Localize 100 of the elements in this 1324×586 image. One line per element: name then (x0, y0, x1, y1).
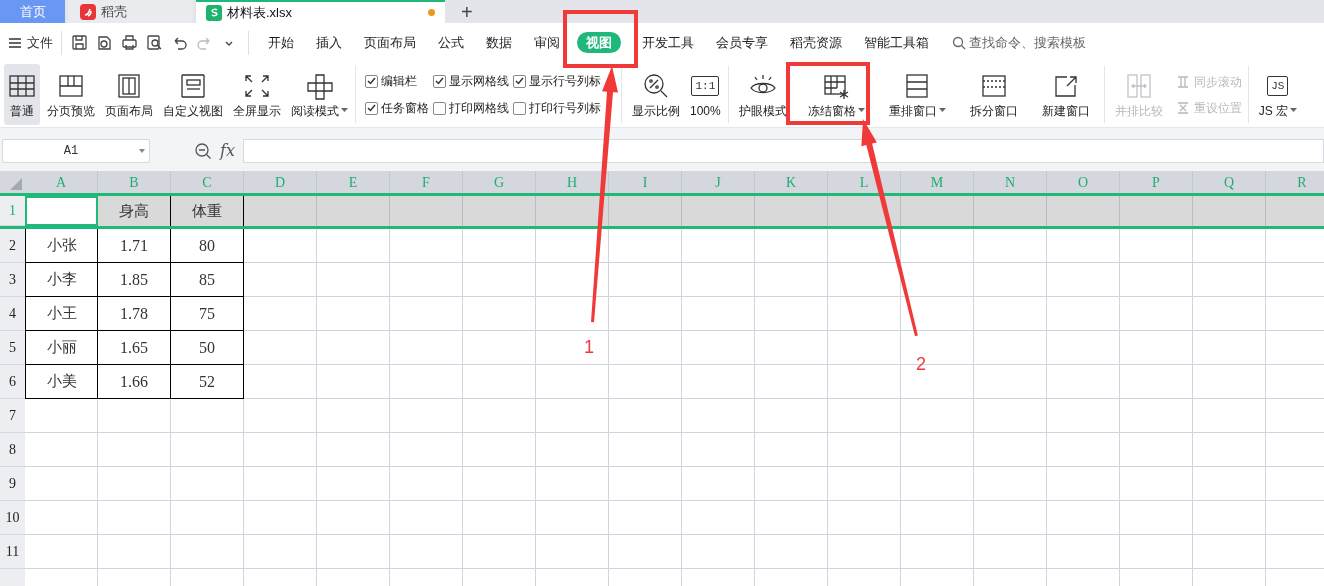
sheet-cell[interactable] (609, 365, 682, 399)
sheet-cell[interactable] (317, 365, 390, 399)
sheet-cell[interactable] (536, 365, 609, 399)
sheet-cell[interactable] (536, 467, 609, 501)
sheet-cell[interactable] (390, 433, 463, 467)
sheet-cell[interactable] (536, 535, 609, 569)
sheet-cell[interactable] (317, 399, 390, 433)
sheet-cell[interactable] (244, 229, 317, 263)
sheet-cell[interactable] (317, 467, 390, 501)
sheet-cell[interactable] (463, 196, 536, 226)
sheet-cell[interactable] (317, 196, 390, 226)
document-tab[interactable]: 稻壳 (68, 0, 193, 23)
sheet-cell[interactable] (828, 196, 901, 226)
table-cell[interactable]: 1.66 (98, 365, 171, 399)
sheet-cell[interactable] (1047, 331, 1120, 365)
sheet-cell[interactable] (828, 467, 901, 501)
sheet-cell[interactable] (1193, 229, 1266, 263)
ribbon-button[interactable]: JS JS 宏 (1255, 64, 1301, 125)
sheet-cell[interactable] (609, 331, 682, 365)
sheet-cell[interactable] (974, 433, 1047, 467)
sheet-cell[interactable] (828, 331, 901, 365)
sheet-cell[interactable] (317, 501, 390, 535)
sheet-cell[interactable] (244, 263, 317, 297)
sheet-cell[interactable] (974, 399, 1047, 433)
sheet-cell[interactable] (1120, 433, 1193, 467)
sheet-cell[interactable] (682, 535, 755, 569)
sheet-cell[interactable] (536, 501, 609, 535)
checkbox[interactable] (365, 101, 378, 115)
table-cell[interactable]: 80 (171, 229, 244, 263)
sheet-cell[interactable] (1193, 467, 1266, 501)
function-label[interactable]: fx (220, 139, 235, 163)
table-cell[interactable]: 1.65 (98, 331, 171, 365)
row-header[interactable]: 7 (0, 399, 25, 433)
sheet-cell[interactable] (1193, 196, 1266, 226)
sheet-cell[interactable] (974, 467, 1047, 501)
ribbon-tab[interactable]: 开始 (257, 32, 305, 53)
row-header[interactable]: 10 (0, 501, 25, 535)
ribbon-tab[interactable]: 插入 (305, 32, 353, 53)
sheet-cell[interactable] (828, 535, 901, 569)
sheet-cell[interactable] (755, 229, 828, 263)
sheet-cell[interactable] (98, 535, 171, 569)
sheet-cell[interactable] (1120, 263, 1193, 297)
sheet-cell[interactable] (1120, 365, 1193, 399)
sheet-cell[interactable] (390, 196, 463, 226)
sheet-cell[interactable] (317, 433, 390, 467)
sheet-cell[interactable] (901, 297, 974, 331)
sheet-cell[interactable] (25, 433, 98, 467)
table-cell[interactable]: 小王 (25, 297, 98, 331)
sheet-cell[interactable] (755, 535, 828, 569)
sheet-cell[interactable] (1120, 399, 1193, 433)
sheet-cell[interactable] (609, 467, 682, 501)
sheet-cell[interactable] (1120, 229, 1193, 263)
row-header[interactable]: 6 (0, 365, 25, 399)
sheet-cell[interactable] (244, 196, 317, 226)
sheet-cell[interactable] (317, 229, 390, 263)
sheet-cell[interactable] (1120, 467, 1193, 501)
sheet-cell[interactable] (463, 433, 536, 467)
sheet-cell[interactable] (390, 229, 463, 263)
save-icon[interactable] (71, 34, 88, 51)
sheet-cell[interactable] (1120, 196, 1193, 226)
export-icon[interactable] (96, 34, 113, 51)
checkbox-label[interactable]: 编辑栏 (381, 72, 417, 90)
sheet-cell[interactable] (682, 399, 755, 433)
sheet-cell[interactable] (828, 297, 901, 331)
sheet-cell[interactable] (828, 501, 901, 535)
sheet-cell[interactable] (609, 535, 682, 569)
sheet-cell[interactable] (463, 535, 536, 569)
print-preview-icon[interactable] (146, 34, 163, 51)
sheet-cell[interactable] (901, 467, 974, 501)
sheet-cell[interactable] (901, 433, 974, 467)
print-icon[interactable] (121, 34, 138, 51)
sheet-cell[interactable] (463, 399, 536, 433)
sheet-cell[interactable] (244, 365, 317, 399)
table-cell[interactable]: 1.71 (98, 229, 171, 263)
checkbox[interactable] (513, 74, 526, 88)
sheet-cell[interactable] (390, 501, 463, 535)
sheet-cell[interactable] (98, 399, 171, 433)
new-tab-button[interactable]: + (457, 0, 477, 23)
sheet-cell[interactable] (463, 331, 536, 365)
sheet-cell[interactable] (682, 229, 755, 263)
search-field[interactable]: 查找命令、搜索模板 (952, 32, 1086, 53)
sheet-cell[interactable] (974, 297, 1047, 331)
ribbon-button[interactable]: 新建窗口 (1038, 64, 1093, 125)
sheet-cell[interactable] (463, 467, 536, 501)
sheet-cell[interactable] (171, 535, 244, 569)
ribbon-tab[interactable]: 稻壳资源 (779, 32, 853, 53)
sheet-cell[interactable] (609, 263, 682, 297)
sheet-cell[interactable] (609, 399, 682, 433)
sheet-cell[interactable] (974, 535, 1047, 569)
sheet-cell[interactable] (609, 196, 682, 226)
sheet-cell[interactable] (901, 399, 974, 433)
sheet-cell[interactable] (244, 501, 317, 535)
sheet-cell[interactable] (1193, 535, 1266, 569)
sheet-cell[interactable] (98, 467, 171, 501)
sheet-cell[interactable] (25, 399, 98, 433)
checkbox[interactable] (365, 74, 378, 88)
active-cell[interactable] (25, 196, 98, 226)
sheet-cell[interactable] (1193, 433, 1266, 467)
sheet-cell[interactable] (682, 331, 755, 365)
sheet-cell[interactable] (609, 229, 682, 263)
